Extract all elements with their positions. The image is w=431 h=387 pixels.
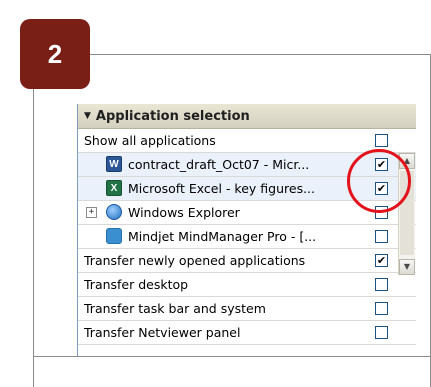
application-selection-panel: ▼ Application selection Show all applica… — [77, 104, 416, 357]
row-label: Transfer desktop — [84, 277, 189, 292]
expand-plus-icon[interactable]: + — [86, 207, 97, 218]
windows-explorer-icon — [106, 204, 122, 220]
row-label: Show all applications — [84, 133, 216, 148]
row-label: Microsoft Excel - key figures... — [128, 181, 315, 196]
row-label: Mindjet MindManager Pro - [... — [128, 229, 317, 244]
highlight-circle-annotation — [347, 149, 411, 213]
row-app-mindjet[interactable]: Mindjet MindManager Pro - [... — [78, 225, 416, 249]
panel-title: Application selection — [95, 108, 250, 124]
row-show-all-applications[interactable]: Show all applications — [78, 129, 416, 153]
mindjet-icon — [106, 228, 122, 244]
step-number-badge: 2 — [20, 19, 90, 89]
row-transfer-taskbar[interactable]: Transfer task bar and system — [78, 297, 416, 321]
transfer-new-apps-checkbox[interactable]: ✔ — [375, 254, 388, 267]
frame-bottom-fade — [34, 357, 430, 387]
row-label: Transfer newly opened applications — [84, 253, 306, 268]
excel-icon: X — [106, 180, 122, 196]
row-label: Windows Explorer — [128, 205, 240, 220]
transfer-desktop-checkbox[interactable] — [375, 278, 388, 291]
mindjet-app-checkbox[interactable] — [375, 230, 388, 243]
row-label: Transfer Netviewer panel — [84, 325, 241, 340]
scroll-down-arrow-icon[interactable]: ▼ — [399, 259, 415, 275]
row-transfer-desktop[interactable]: Transfer desktop — [78, 273, 416, 297]
row-transfer-new-apps[interactable]: Transfer newly opened applications ✔ — [78, 249, 416, 273]
row-label: contract_draft_Oct07 - Micr... — [128, 157, 310, 172]
show-all-applications-checkbox[interactable] — [375, 134, 388, 147]
transfer-taskbar-checkbox[interactable] — [375, 302, 388, 315]
row-transfer-netviewer-panel[interactable]: Transfer Netviewer panel — [78, 321, 416, 345]
frame-top-border — [88, 54, 431, 55]
frame-left-border — [33, 87, 34, 387]
collapse-arrow-icon[interactable]: ▼ — [84, 111, 91, 121]
word-icon: W — [106, 156, 122, 172]
transfer-netviewer-checkbox[interactable] — [375, 326, 388, 339]
step-number: 2 — [47, 38, 63, 69]
row-label: Transfer task bar and system — [84, 301, 266, 316]
panel-header[interactable]: ▼ Application selection — [78, 104, 416, 129]
